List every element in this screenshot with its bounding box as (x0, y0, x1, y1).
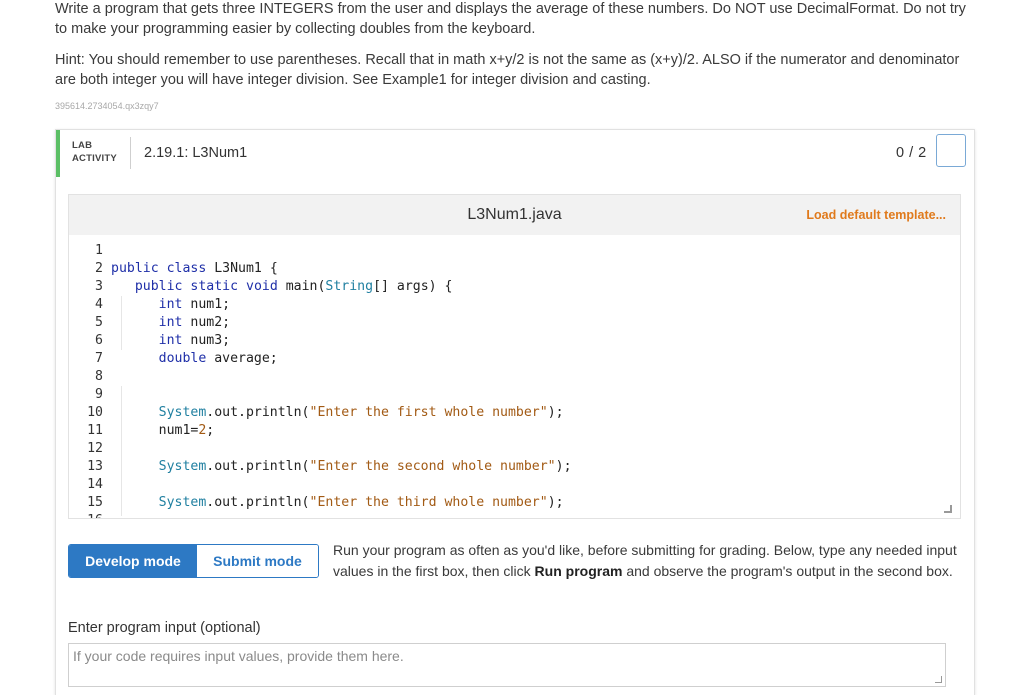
input-resize-grip-icon[interactable] (935, 676, 942, 683)
run-description: Run your program as often as you'd like,… (333, 540, 963, 582)
lab-label-line1: LAB (72, 140, 93, 151)
submit-mode-button[interactable]: Submit mode (197, 545, 318, 577)
completion-checkbox-icon (936, 134, 966, 167)
code-area[interactable]: 1 2 public class L3Num1 { 3 public static… (69, 242, 960, 518)
run-program-emphasis: Run program (534, 563, 623, 579)
lab-activity-label: LAB ACTIVITY (72, 139, 117, 165)
editor-header: L3Num1.java Load default template... (69, 195, 960, 235)
program-input-label: Enter program input (optional) (68, 620, 261, 636)
activity-id: 395614.2734054.qx3zqy7 (55, 101, 159, 111)
score-text: 0 / 2 (896, 145, 927, 161)
instruction-paragraph: Write a program that gets three INTEGERS… (55, 1, 966, 37)
develop-mode-button[interactable]: Develop mode (69, 545, 197, 577)
run-description-text: and observe the program's output in the … (622, 563, 953, 579)
program-input-field[interactable] (68, 643, 946, 687)
code-editor[interactable]: L3Num1.java Load default template... 1 2… (68, 194, 961, 519)
header-divider (130, 137, 131, 169)
lab-header: LAB ACTIVITY 2.19.1: L3Num1 0 / 2 (56, 130, 974, 177)
editor-resize-grip-icon[interactable] (944, 505, 952, 513)
load-default-template-link[interactable]: Load default template... (806, 208, 946, 222)
lab-label-line2: ACTIVITY (72, 153, 117, 164)
lab-title: 2.19.1: L3Num1 (144, 145, 248, 161)
lab-activity-card: LAB ACTIVITY 2.19.1: L3Num1 0 / 2 L3Num1… (55, 129, 975, 695)
hint-paragraph: Hint: You should remember to use parenth… (55, 52, 960, 88)
mode-toggle: Develop mode Submit mode (68, 544, 319, 578)
